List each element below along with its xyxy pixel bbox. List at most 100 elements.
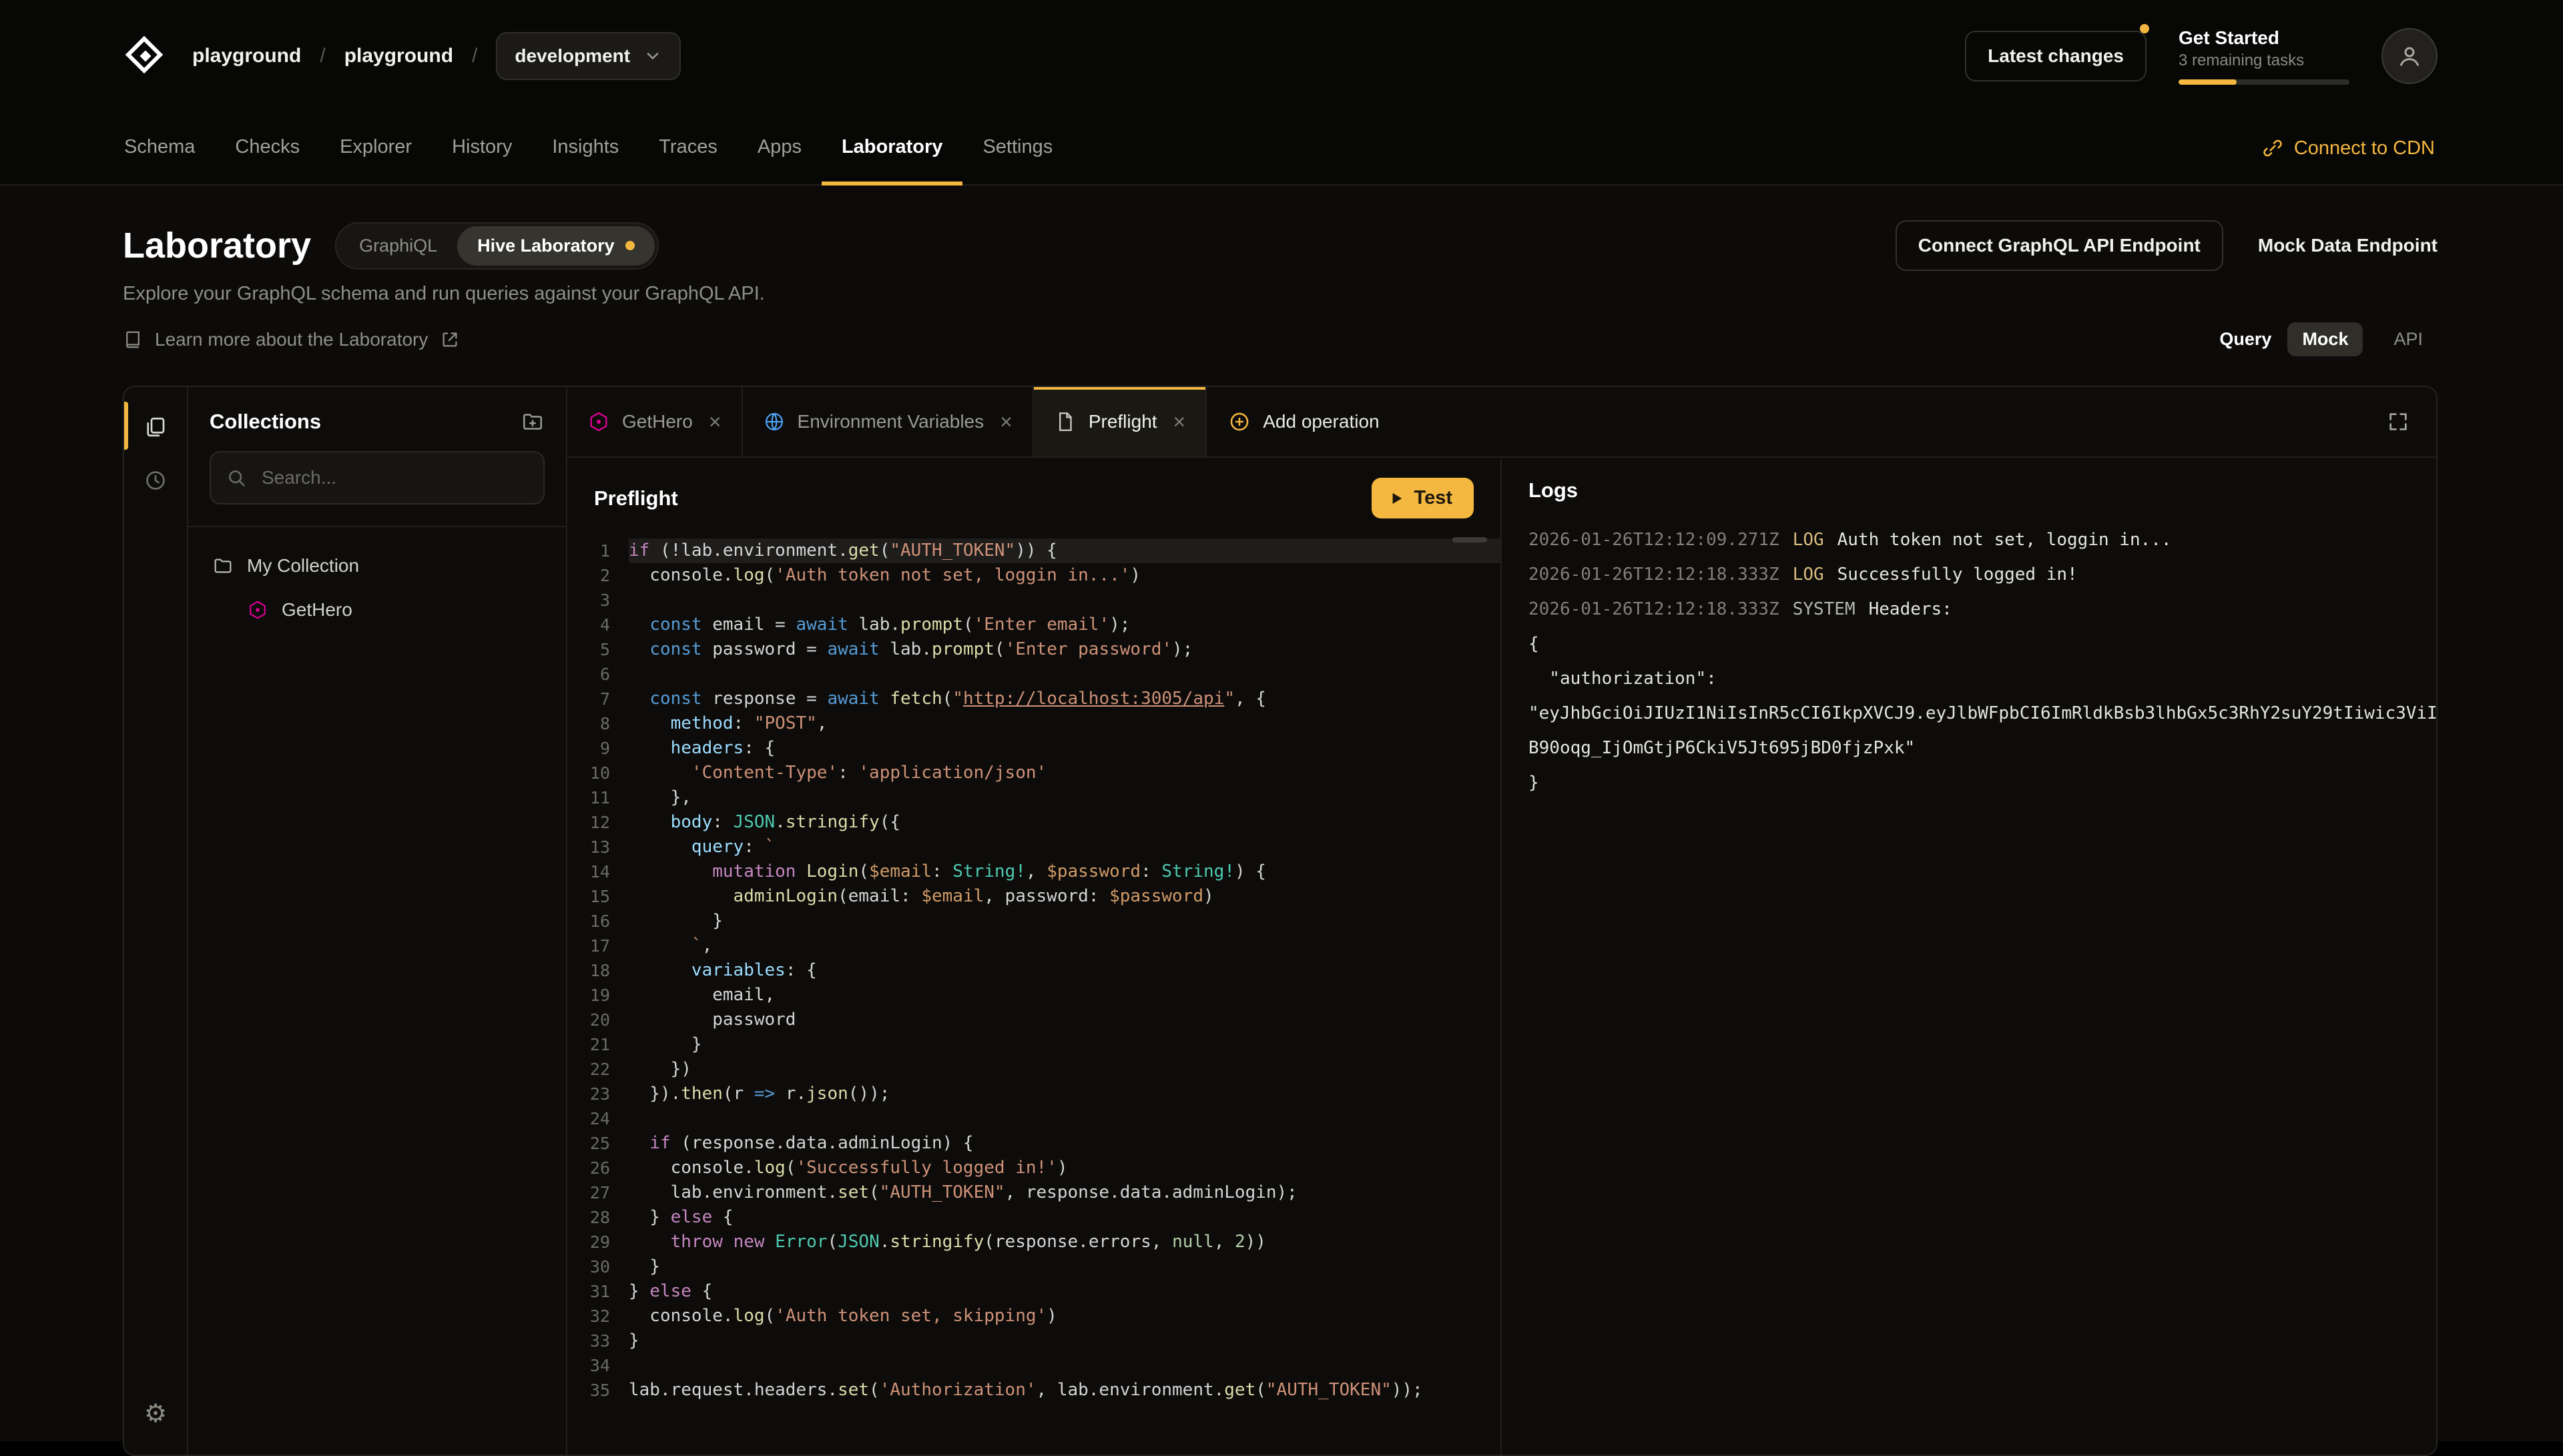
breadcrumb-separator: / [472, 45, 477, 67]
scrollbar-thumb[interactable] [1452, 537, 1487, 542]
collection-folder[interactable]: My Collection [202, 543, 553, 589]
collection-item-gethero[interactable]: GetHero [202, 589, 553, 631]
get-started-subtitle: 3 remaining tasks [2179, 51, 2349, 70]
add-operation-button[interactable]: Add operation [1207, 387, 1400, 456]
view-toggle-hive-laboratory[interactable]: Hive Laboratory [457, 226, 655, 266]
nav-item-insights[interactable]: Insights [532, 112, 639, 186]
code-line: 29 throw new Error(JSON.stringify(respon… [567, 1230, 1500, 1254]
new-folder-icon[interactable] [521, 410, 545, 434]
preflight-code-editor[interactable]: 1if (!lab.environment.get("AUTH_TOKEN"))… [567, 533, 1500, 1455]
code-line: 5 const password = await lab.prompt('Ent… [567, 637, 1500, 662]
nav-item-schema[interactable]: Schema [104, 112, 215, 186]
target-selector-value: development [515, 45, 630, 67]
code-line: 27 lab.environment.set("AUTH_TOKEN", res… [567, 1180, 1500, 1205]
code-line: 18 variables: { [567, 958, 1500, 983]
code-line: 13 query: ` [567, 835, 1500, 859]
globe-icon [763, 410, 786, 433]
get-started-title: Get Started [2179, 27, 2349, 49]
operations-area: GetHero×Environment Variables×Preflight×… [567, 387, 2436, 1455]
nav-item-settings[interactable]: Settings [962, 112, 1073, 186]
logs-panel: Logs 2026-01-26T12:12:09.271ZLOGAuth tok… [1502, 458, 2436, 1455]
close-icon[interactable]: × [1173, 411, 1186, 432]
view-toggle-hive-label: Hive Laboratory [477, 236, 615, 256]
code-line: 17 `, [567, 934, 1500, 958]
code-line: 12 body: JSON.stringify({ [567, 810, 1500, 835]
history-clock-icon [144, 468, 168, 492]
test-button-label: Test [1414, 487, 1452, 509]
close-icon[interactable]: × [709, 411, 722, 432]
code-line: 34 [567, 1353, 1500, 1378]
code-line: 7 const response = await fetch("http://l… [567, 687, 1500, 711]
nav-item-apps[interactable]: Apps [738, 112, 822, 186]
get-started-widget[interactable]: Get Started 3 remaining tasks [2179, 27, 2349, 85]
tab-preflight[interactable]: Preflight× [1034, 387, 1207, 456]
query-mode-api[interactable]: API [2379, 322, 2438, 356]
code-line: 6 [567, 662, 1500, 687]
nav-item-traces[interactable]: Traces [639, 112, 738, 186]
code-line: 33} [567, 1329, 1500, 1353]
breadcrumb-project[interactable]: playground [344, 45, 453, 67]
nav-item-checks[interactable]: Checks [215, 112, 320, 186]
learn-more-link[interactable]: Learn more about the Laboratory [123, 329, 460, 350]
collections-icon [144, 415, 168, 439]
breadcrumb: playground / playground / development [192, 32, 681, 80]
page-title: Laboratory [123, 225, 311, 266]
mock-data-endpoint-button[interactable]: Mock Data Endpoint [2258, 235, 2438, 256]
code-line: 3 [567, 588, 1500, 613]
code-line: 31} else { [567, 1279, 1500, 1304]
connect-endpoint-button[interactable]: Connect GraphQL API Endpoint [1896, 220, 2223, 271]
breadcrumb-org[interactable]: playground [192, 45, 301, 67]
view-toggle-graphiql[interactable]: GraphiQL [339, 226, 457, 266]
preflight-pane-title: Preflight [594, 486, 678, 510]
log-line: } [1528, 765, 2409, 800]
external-link-icon [440, 330, 460, 350]
collections-sidebar: Collections My CollectionGetHero [188, 387, 567, 1455]
collections-title: Collections [210, 410, 321, 434]
collections-rail-button[interactable] [133, 404, 178, 450]
fullscreen-button[interactable] [2360, 387, 2436, 456]
get-started-progress [2179, 79, 2349, 85]
code-line: 22 }) [567, 1057, 1500, 1082]
target-selector[interactable]: development [496, 32, 681, 80]
view-toggle-graphiql-label: GraphiQL [359, 236, 437, 256]
notification-dot [2140, 24, 2149, 33]
log-line: B90oqg_IjOmGtjP6CkiV5Jt695jBD0fjzPxk" [1528, 731, 2409, 765]
log-line: 2026-01-26T12:12:18.333ZSYSTEMHeaders: [1528, 592, 2409, 627]
code-line: 1if (!lab.environment.get("AUTH_TOKEN"))… [567, 538, 1500, 563]
test-button[interactable]: Test [1372, 478, 1474, 518]
tab-environment-variables[interactable]: Environment Variables× [743, 387, 1034, 456]
settings-gear-icon[interactable]: ⚙ [133, 1391, 178, 1436]
avatar[interactable] [2381, 28, 2438, 84]
close-icon[interactable]: × [1000, 411, 1013, 432]
query-label: Query [2219, 329, 2271, 350]
plus-circle-icon [1228, 410, 1251, 433]
code-line: 19 email, [567, 983, 1500, 1008]
code-line: 9 headers: { [567, 736, 1500, 761]
book-icon [123, 330, 143, 350]
nav-item-history[interactable]: History [432, 112, 532, 186]
query-mode-mock[interactable]: Mock [2287, 322, 2363, 356]
code-line: 30 } [567, 1254, 1500, 1279]
page-subtitle: Explore your GraphQL schema and run quer… [123, 283, 2438, 305]
top-header: playground / playground / development La… [0, 0, 2563, 112]
latest-changes-wrap: Latest changes [1965, 31, 2147, 81]
code-lines: 1if (!lab.environment.get("AUTH_TOKEN"))… [567, 538, 1500, 1403]
header-left: playground / playground / development [123, 32, 681, 80]
tab-gethero[interactable]: GetHero× [567, 387, 743, 456]
code-line: 35lab.request.headers.set('Authorization… [567, 1378, 1500, 1403]
nav-item-laboratory[interactable]: Laboratory [822, 112, 962, 186]
learn-more-label: Learn more about the Laboratory [155, 329, 428, 350]
query-mode-group: Query Mock API [2219, 322, 2438, 356]
search-input[interactable] [210, 451, 545, 504]
nav-item-explorer[interactable]: Explorer [320, 112, 432, 186]
app-root: playground / playground / development La… [0, 0, 2563, 1456]
log-line: "authorization": [1528, 661, 2409, 696]
hive-logo[interactable] [123, 33, 168, 79]
link-icon [2262, 137, 2283, 159]
laboratory-workbench: ⚙ Collections My CollectionGetHero GetHe… [123, 386, 2438, 1456]
latest-changes-button[interactable]: Latest changes [1965, 31, 2147, 81]
code-line: 25 if (response.data.adminLogin) { [567, 1131, 1500, 1156]
preflight-editor-pane: Preflight Test 1if (!lab.environment.get… [567, 458, 1502, 1455]
connect-cdn-link[interactable]: Connect to CDN [2262, 112, 2435, 184]
history-rail-button[interactable] [133, 458, 178, 503]
